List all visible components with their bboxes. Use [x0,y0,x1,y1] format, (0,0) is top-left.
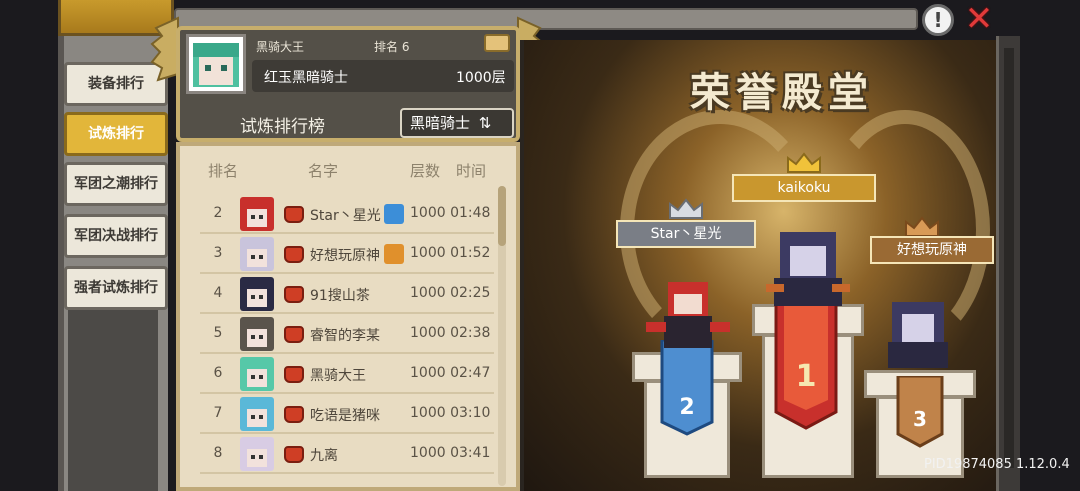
legion-emblem-icon [284,286,304,303]
class-switch-label: 黑暗骑士 [410,114,471,132]
legion-emblem-icon [284,246,304,263]
leaderboard-row[interactable]: 8 九离 1000 03:41 [200,436,494,474]
leaderboard-row[interactable]: 3 好想玩原神 1000 01:52 [200,236,494,274]
third-place-character [888,302,948,368]
row-name: 黑骑大王 [310,368,366,384]
row-name: Star丶星光 [310,208,381,224]
row-floor-time: 1000 01:48 [410,205,490,221]
gift-icon[interactable] [484,34,510,52]
row-time: 01:52 [450,245,491,261]
leaderboard-row[interactable]: 5 睿智的李某 1000 02:38 [200,316,494,354]
player-avatar [186,34,246,94]
row-rank: 7 [213,405,223,421]
class-switch-button[interactable]: 黑暗骑士 ⇅ [400,108,514,138]
leaderboard-scroll-thumb[interactable] [498,186,506,246]
first-place-character [766,232,850,306]
row-floor: 1000 [410,445,446,461]
third-place-banner: 3 [896,376,944,448]
silver-crown-icon [669,198,703,219]
row-floor: 1000 [410,205,446,221]
row-name: 91搜山茶 [310,288,370,304]
close-icon[interactable]: ✕ [962,2,996,36]
third-place-nameplate: 好想玩原神 [870,236,994,264]
first-place-nameplate: kaikoku [732,174,876,202]
row-floor-time: 1000 02:25 [410,285,490,301]
row-avatar[interactable] [240,357,274,391]
row-rank: 2 [213,205,223,221]
second-place-number: 2 [679,395,694,420]
player-title: 红玉黑暗骑士 [264,70,348,86]
third-place-number: 3 [913,407,927,431]
row-rank: 8 [213,445,223,461]
row-floor: 1000 [410,365,446,381]
legion-emblem-icon [284,206,304,223]
leaderboard-row[interactable]: 4 91搜山茶 1000 02:25 [200,276,494,314]
row-name: 吃语是猪咪 [310,408,380,424]
right-frame-inner [1004,48,1014,468]
player-rank: 排名 6 [374,40,410,54]
row-rank: 3 [213,245,223,261]
player-name: 黑骑大王 [256,40,305,54]
title-badge-icon [384,204,404,224]
bronze-crown-icon [905,216,939,237]
leaderboard-row[interactable]: 7 吃语是猪咪 1000 03:10 [200,396,494,434]
row-floor: 1000 [410,245,446,261]
row-avatar[interactable] [240,437,274,471]
row-avatar[interactable] [240,317,274,351]
row-avatar[interactable] [240,237,274,271]
legion-emblem-icon [284,406,304,423]
gold-crown-icon [787,152,821,173]
row-avatar[interactable] [240,197,274,231]
row-name: 九离 [310,448,338,464]
row-floor-time: 1000 02:47 [410,365,490,381]
tab-strong-trial-ranking[interactable]: 强者试炼排行 [64,266,168,310]
row-floor-time: 1000 02:38 [410,325,490,341]
row-floor-time: 1000 03:10 [410,405,490,421]
header-floor: 层数 [410,162,441,180]
first-place-banner: 1 [774,300,838,430]
legion-emblem-icon [284,326,304,343]
row-name: 好想玩原神 [310,248,380,264]
tab-legion-battle-ranking[interactable]: 军团决战排行 [64,214,168,258]
row-avatar[interactable] [240,277,274,311]
row-floor: 1000 [410,405,446,421]
leaderboard-header: 排名 名字 层数 时间 [196,156,496,184]
row-floor: 1000 [410,325,446,341]
row-time: 02:38 [450,325,491,341]
row-name: 睿智的李某 [310,328,380,344]
board-title: 试炼排行榜 [240,117,325,137]
row-rank: 6 [213,365,223,381]
hall-of-fame-title: 荣誉殿堂 [690,70,874,116]
second-place-banner: 2 [660,340,714,436]
row-time: 02:25 [450,285,491,301]
header-rank: 排名 [208,162,239,180]
row-rank: 4 [213,285,223,301]
row-time: 02:47 [450,365,491,381]
second-place-character [646,282,730,348]
row-rank: 5 [213,325,223,341]
player-id-version: PID19874085 1.12.0.4 [924,457,1070,472]
player-floor: 1000层 [456,70,506,86]
second-place-nameplate: Star丶星光 [616,220,756,248]
row-floor: 1000 [410,285,446,301]
info-icon[interactable]: ! [922,4,954,36]
row-floor-time: 1000 03:41 [410,445,490,461]
swap-arrows-icon: ⇅ [478,114,492,132]
row-time: 03:10 [450,405,491,421]
row-time: 01:48 [450,205,491,221]
row-avatar[interactable] [240,397,274,431]
leaderboard-row[interactable]: 2 Star丶星光 1000 01:48 [200,196,494,234]
tab-trial-ranking[interactable]: 试炼排行 [64,112,168,156]
title-badge-icon [384,244,404,264]
header-name: 名字 [308,162,339,180]
first-place-number: 1 [796,359,817,394]
leaderboard-row[interactable]: 6 黑骑大王 1000 02:47 [200,356,494,394]
row-time: 03:41 [450,445,491,461]
header-time: 时间 [456,162,487,180]
tab-legion-tide-ranking[interactable]: 军团之潮排行 [64,162,168,206]
sidebar-bottom-panel [68,310,158,491]
row-floor-time: 1000 01:52 [410,245,490,261]
legion-emblem-icon [284,446,304,463]
legion-emblem-icon [284,366,304,383]
